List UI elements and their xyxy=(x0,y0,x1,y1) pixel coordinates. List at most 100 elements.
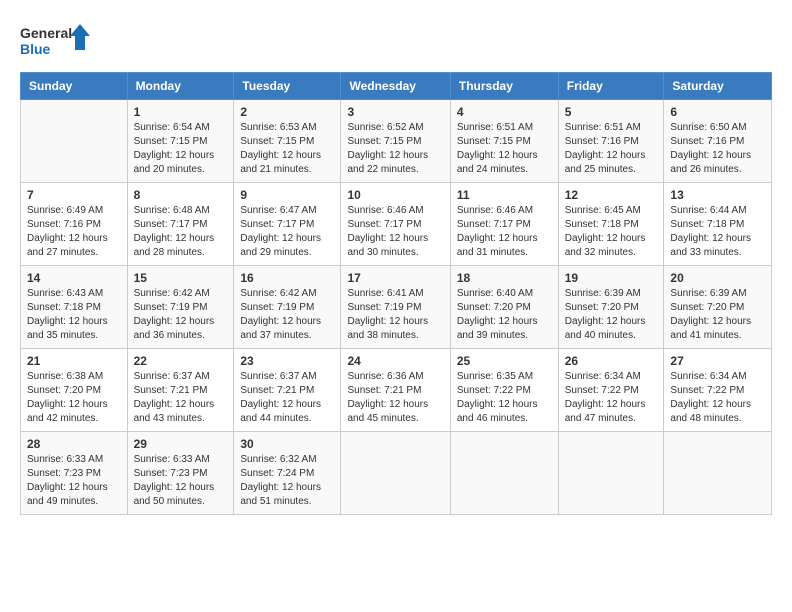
day-cell: 29 Sunrise: 6:33 AMSunset: 7:23 PMDayligh… xyxy=(127,432,234,515)
week-row-3: 21 Sunrise: 6:38 AMSunset: 7:20 PMDayligh… xyxy=(21,349,772,432)
day-cell: 24 Sunrise: 6:36 AMSunset: 7:21 PMDayligh… xyxy=(341,349,450,432)
day-number: 4 xyxy=(457,105,552,119)
day-cell: 25 Sunrise: 6:35 AMSunset: 7:22 PMDayligh… xyxy=(450,349,558,432)
day-number: 30 xyxy=(240,437,334,451)
day-info: Sunrise: 6:35 AMSunset: 7:22 PMDaylight:… xyxy=(457,370,552,426)
day-cell: 23 Sunrise: 6:37 AMSunset: 7:21 PMDayligh… xyxy=(234,349,341,432)
day-cell xyxy=(664,432,772,515)
svg-text:General: General xyxy=(20,25,72,41)
day-info: Sunrise: 6:50 AMSunset: 7:16 PMDaylight:… xyxy=(670,121,765,177)
logo: General Blue xyxy=(20,20,90,60)
header-day-sunday: Sunday xyxy=(21,73,128,100)
logo-svg: General Blue xyxy=(20,20,90,60)
day-cell xyxy=(450,432,558,515)
day-number: 28 xyxy=(27,437,121,451)
day-info: Sunrise: 6:45 AMSunset: 7:18 PMDaylight:… xyxy=(565,204,658,260)
day-number: 21 xyxy=(27,354,121,368)
day-info: Sunrise: 6:34 AMSunset: 7:22 PMDaylight:… xyxy=(565,370,658,426)
header-row: SundayMondayTuesdayWednesdayThursdayFrid… xyxy=(21,73,772,100)
day-info: Sunrise: 6:53 AMSunset: 7:15 PMDaylight:… xyxy=(240,121,334,177)
day-number: 15 xyxy=(134,271,228,285)
day-number: 25 xyxy=(457,354,552,368)
header-day-tuesday: Tuesday xyxy=(234,73,341,100)
header-day-wednesday: Wednesday xyxy=(341,73,450,100)
day-cell: 8 Sunrise: 6:48 AMSunset: 7:17 PMDaylight… xyxy=(127,183,234,266)
day-cell: 9Sunrise: 6:47 AMSunset: 7:17 PMDaylight… xyxy=(234,183,341,266)
day-cell: 18 Sunrise: 6:40 AMSunset: 7:20 PMDayligh… xyxy=(450,266,558,349)
day-cell: 6Sunrise: 6:50 AMSunset: 7:16 PMDaylight… xyxy=(664,100,772,183)
day-info: Sunrise: 6:46 AMSunset: 7:17 PMDaylight:… xyxy=(457,204,552,260)
week-row-4: 28 Sunrise: 6:33 AMSunset: 7:23 PMDayligh… xyxy=(21,432,772,515)
svg-text:Blue: Blue xyxy=(20,41,51,57)
day-number: 23 xyxy=(240,354,334,368)
day-cell: 26 Sunrise: 6:34 AMSunset: 7:22 PMDayligh… xyxy=(558,349,664,432)
day-cell: 14 Sunrise: 6:43 AMSunset: 7:18 PMDayligh… xyxy=(21,266,128,349)
day-number: 8 xyxy=(134,188,228,202)
day-number: 26 xyxy=(565,354,658,368)
day-cell: 5 Sunrise: 6:51 AMSunset: 7:16 PMDaylight… xyxy=(558,100,664,183)
day-cell: 4 Sunrise: 6:51 AMSunset: 7:15 PMDaylight… xyxy=(450,100,558,183)
day-number: 16 xyxy=(240,271,334,285)
day-number: 18 xyxy=(457,271,552,285)
day-info: Sunrise: 6:51 AMSunset: 7:15 PMDaylight:… xyxy=(457,121,552,177)
day-cell xyxy=(341,432,450,515)
day-info: Sunrise: 6:48 AMSunset: 7:17 PMDaylight:… xyxy=(134,204,228,260)
day-info: Sunrise: 6:46 AMSunset: 7:17 PMDaylight:… xyxy=(347,204,443,260)
day-cell: 2 Sunrise: 6:53 AMSunset: 7:15 PMDaylight… xyxy=(234,100,341,183)
day-cell: 12Sunrise: 6:45 AMSunset: 7:18 PMDayligh… xyxy=(558,183,664,266)
day-info: Sunrise: 6:40 AMSunset: 7:20 PMDaylight:… xyxy=(457,287,552,343)
day-cell: 22Sunrise: 6:37 AMSunset: 7:21 PMDayligh… xyxy=(127,349,234,432)
day-number: 27 xyxy=(670,354,765,368)
day-number: 14 xyxy=(27,271,121,285)
day-number: 3 xyxy=(347,105,443,119)
day-info: Sunrise: 6:37 AMSunset: 7:21 PMDaylight:… xyxy=(134,370,228,426)
day-number: 24 xyxy=(347,354,443,368)
day-number: 5 xyxy=(565,105,658,119)
week-row-2: 14 Sunrise: 6:43 AMSunset: 7:18 PMDayligh… xyxy=(21,266,772,349)
day-cell: 19Sunrise: 6:39 AMSunset: 7:20 PMDayligh… xyxy=(558,266,664,349)
calendar-table: SundayMondayTuesdayWednesdayThursdayFrid… xyxy=(20,72,772,515)
day-info: Sunrise: 6:43 AMSunset: 7:18 PMDaylight:… xyxy=(27,287,121,343)
day-cell: 17 Sunrise: 6:41 AMSunset: 7:19 PMDayligh… xyxy=(341,266,450,349)
day-number: 9 xyxy=(240,188,334,202)
day-number: 13 xyxy=(670,188,765,202)
day-cell: 15 Sunrise: 6:42 AMSunset: 7:19 PMDayligh… xyxy=(127,266,234,349)
day-cell: 28 Sunrise: 6:33 AMSunset: 7:23 PMDayligh… xyxy=(21,432,128,515)
day-info: Sunrise: 6:51 AMSunset: 7:16 PMDaylight:… xyxy=(565,121,658,177)
day-info: Sunrise: 6:39 AMSunset: 7:20 PMDaylight:… xyxy=(565,287,658,343)
header-day-friday: Friday xyxy=(558,73,664,100)
header-day-thursday: Thursday xyxy=(450,73,558,100)
day-info: Sunrise: 6:37 AMSunset: 7:21 PMDaylight:… xyxy=(240,370,334,426)
day-cell xyxy=(21,100,128,183)
day-number: 11 xyxy=(457,188,552,202)
day-info: Sunrise: 6:36 AMSunset: 7:21 PMDaylight:… xyxy=(347,370,443,426)
day-cell: 16 Sunrise: 6:42 AMSunset: 7:19 PMDayligh… xyxy=(234,266,341,349)
day-info: Sunrise: 6:41 AMSunset: 7:19 PMDaylight:… xyxy=(347,287,443,343)
day-info: Sunrise: 6:42 AMSunset: 7:19 PMDaylight:… xyxy=(240,287,334,343)
day-info: Sunrise: 6:33 AMSunset: 7:23 PMDaylight:… xyxy=(27,453,121,509)
day-number: 1 xyxy=(134,105,228,119)
day-info: Sunrise: 6:32 AMSunset: 7:24 PMDaylight:… xyxy=(240,453,334,509)
day-cell: 11 Sunrise: 6:46 AMSunset: 7:17 PMDayligh… xyxy=(450,183,558,266)
day-number: 2 xyxy=(240,105,334,119)
day-cell: 13Sunrise: 6:44 AMSunset: 7:18 PMDayligh… xyxy=(664,183,772,266)
day-number: 29 xyxy=(134,437,228,451)
day-number: 17 xyxy=(347,271,443,285)
day-cell: 20Sunrise: 6:39 AMSunset: 7:20 PMDayligh… xyxy=(664,266,772,349)
day-cell: 7 Sunrise: 6:49 AMSunset: 7:16 PMDaylight… xyxy=(21,183,128,266)
day-cell: 3Sunrise: 6:52 AMSunset: 7:15 PMDaylight… xyxy=(341,100,450,183)
day-info: Sunrise: 6:34 AMSunset: 7:22 PMDaylight:… xyxy=(670,370,765,426)
day-cell: 21 Sunrise: 6:38 AMSunset: 7:20 PMDayligh… xyxy=(21,349,128,432)
week-row-1: 7 Sunrise: 6:49 AMSunset: 7:16 PMDaylight… xyxy=(21,183,772,266)
day-info: Sunrise: 6:49 AMSunset: 7:16 PMDaylight:… xyxy=(27,204,121,260)
header: General Blue xyxy=(20,20,772,60)
header-day-monday: Monday xyxy=(127,73,234,100)
day-number: 7 xyxy=(27,188,121,202)
day-cell: 10Sunrise: 6:46 AMSunset: 7:17 PMDayligh… xyxy=(341,183,450,266)
day-info: Sunrise: 6:38 AMSunset: 7:20 PMDaylight:… xyxy=(27,370,121,426)
day-info: Sunrise: 6:42 AMSunset: 7:19 PMDaylight:… xyxy=(134,287,228,343)
day-info: Sunrise: 6:54 AMSunset: 7:15 PMDaylight:… xyxy=(134,121,228,177)
day-cell: 27 Sunrise: 6:34 AMSunset: 7:22 PMDayligh… xyxy=(664,349,772,432)
day-info: Sunrise: 6:33 AMSunset: 7:23 PMDaylight:… xyxy=(134,453,228,509)
header-day-saturday: Saturday xyxy=(664,73,772,100)
